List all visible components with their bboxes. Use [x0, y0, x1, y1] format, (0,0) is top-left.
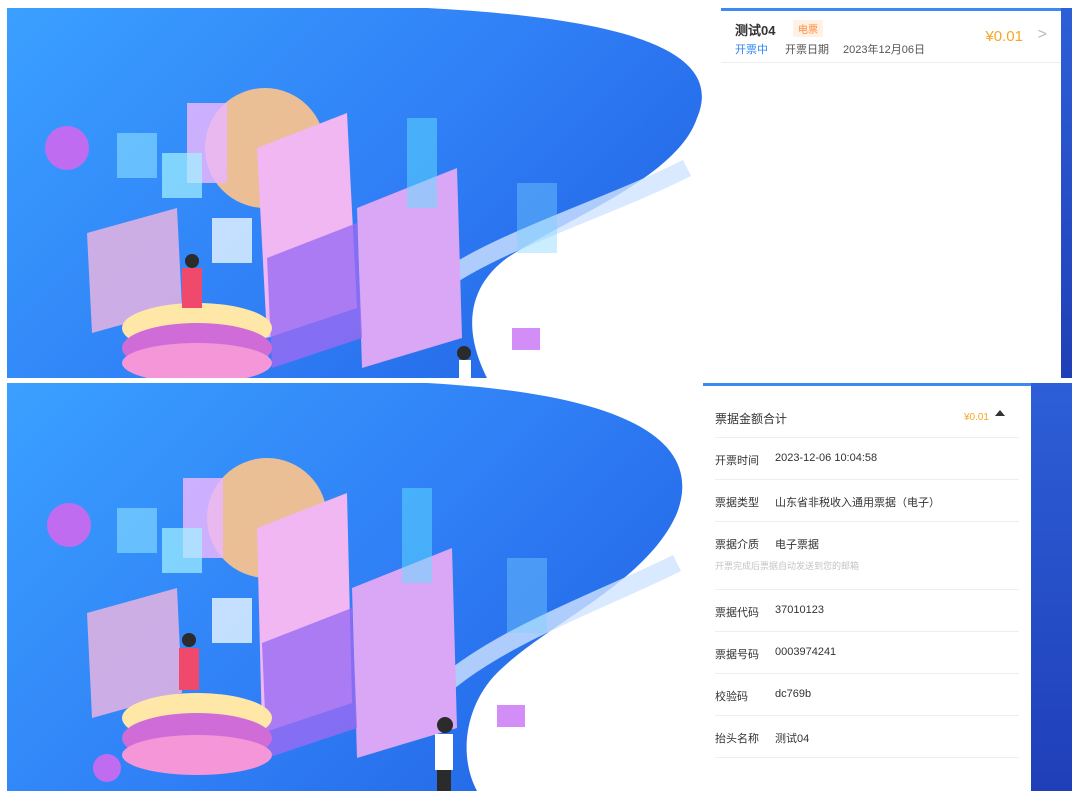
detail-row-ticket-medium: 票据介质 电子票据 开票完成后票据自动发送到您的邮箱 [715, 522, 1019, 590]
detail-label: 开票时间 [715, 455, 759, 467]
electronic-ticket-tag: 电票 [793, 20, 823, 37]
invoice-total-row[interactable]: 票据金额合计 ¥0.01 [715, 386, 1019, 438]
detail-value: 2023-12-06 10:04:58 [775, 452, 878, 464]
side-strip-top [1061, 8, 1072, 378]
detail-value: 电子票据 [775, 539, 819, 551]
invoice-amount: ¥0.01 [985, 28, 1023, 45]
invoice-total-amount: ¥0.01 [963, 412, 989, 423]
isometric-tech-illustration [47, 383, 687, 791]
invoice-date-label: 开票日期 [785, 44, 829, 56]
detail-label: 票据代码 [715, 607, 759, 619]
detail-value: 0003974241 [775, 646, 837, 658]
detail-row-check-code: 校验码 dc769b [715, 674, 1019, 716]
detail-value: 测试04 [775, 733, 810, 745]
detail-label: 校验码 [715, 691, 748, 703]
detail-label: 抬头名称 [715, 733, 759, 745]
invoice-list-card: 测试04 电票 开票中 开票日期 2023年12月06日 ¥0.01 > [721, 8, 1061, 378]
isometric-tech-illustration [45, 8, 704, 378]
detail-row-ticket-type: 票据类型 山东省非税收入通用票据（电子） [715, 480, 1019, 522]
detail-value: 37010123 [775, 604, 824, 616]
chevron-right-icon[interactable]: > [1038, 26, 1047, 44]
side-strip-bottom [1031, 383, 1072, 791]
detail-row-ticket-code: 票据代码 37010123 [715, 590, 1019, 632]
collapse-caret-icon[interactable] [995, 410, 1005, 416]
background-illustration-top [7, 8, 704, 378]
detail-row-ticket-number: 票据号码 0003974241 [715, 632, 1019, 674]
detail-label: 票据类型 [715, 497, 759, 509]
detail-label: 票据号码 [715, 649, 759, 661]
invoice-status: 开票中 [735, 44, 768, 56]
invoice-list-item[interactable]: 测试04 电票 开票中 开票日期 2023年12月06日 ¥0.01 > [721, 11, 1061, 63]
detail-value: 山东省非税收入通用票据（电子） [775, 497, 940, 509]
background-illustration-bottom [7, 383, 687, 791]
detail-label: 票据介质 [715, 539, 759, 551]
detail-value: dc769b [775, 688, 812, 700]
invoice-total-label: 票据金额合计 [715, 412, 788, 426]
invoice-title: 测试04 [735, 23, 776, 38]
detail-row-header-name: 抬头名称 测试04 [715, 716, 1019, 758]
detail-row-issue-time: 开票时间 2023-12-06 10:04:58 [715, 438, 1019, 480]
invoice-detail-card: 票据金额合计 ¥0.01 开票时间 2023-12-06 10:04:58 票据… [703, 383, 1031, 789]
invoice-date: 2023年12月06日 [843, 44, 925, 56]
detail-note: 开票完成后票据自动发送到您的邮箱 [715, 561, 860, 571]
